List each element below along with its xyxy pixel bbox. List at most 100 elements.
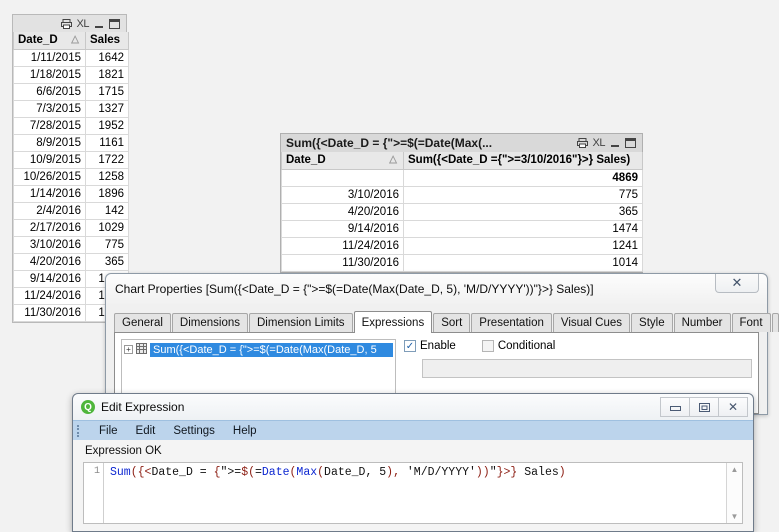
- menu-edit[interactable]: Edit: [134, 425, 158, 437]
- cell-sales[interactable]: 1715: [85, 82, 129, 101]
- table-row[interactable]: 1/11/2015 1642: [13, 48, 129, 67]
- tab-general[interactable]: General: [114, 313, 171, 332]
- close-icon[interactable]: ✕: [718, 397, 748, 417]
- tab-expressions[interactable]: Expressions: [353, 311, 433, 333]
- cell-date[interactable]: 11/24/2016: [281, 236, 404, 255]
- setanalysis-col-expression[interactable]: Sum({<Date_D ={">=3/10/2016"}>} Sales): [403, 152, 643, 170]
- table-row[interactable]: 10/26/2015 1258: [13, 167, 129, 186]
- sales-col-date[interactable]: Date_D △: [13, 32, 86, 50]
- restore-icon[interactable]: [689, 397, 719, 417]
- tab-style[interactable]: Style: [631, 313, 673, 332]
- set-analysis-chart-object[interactable]: Sum({<Date_D = {">=$(=Date(Max(... XL Da: [280, 133, 643, 273]
- cell-date[interactable]: 3/10/2016: [13, 235, 86, 254]
- cell-date[interactable]: 2/17/2016: [13, 218, 86, 237]
- edit-expression-dialog[interactable]: Q Edit Expression ✕ File Edit Settings H…: [72, 393, 754, 532]
- minimize-icon[interactable]: [610, 138, 620, 148]
- cell-date[interactable]: 9/14/2016: [281, 219, 404, 238]
- table-row[interactable]: 9/14/20161474: [281, 219, 643, 238]
- cell-date[interactable]: 3/10/2016: [281, 185, 404, 204]
- table-row[interactable]: 1/18/2015 1821: [13, 65, 129, 84]
- cell-date[interactable]: 6/6/2015: [13, 82, 86, 101]
- cell-sales[interactable]: 1029: [85, 218, 129, 237]
- menubar-grip-icon[interactable]: [77, 424, 80, 437]
- excel-icon[interactable]: XL: [593, 137, 606, 149]
- table-row[interactable]: 11/24/20161241: [281, 236, 643, 255]
- cell-date[interactable]: 4/20/2016: [281, 202, 404, 221]
- cell-sales[interactable]: 1821: [85, 65, 129, 84]
- cell-value[interactable]: 365: [403, 202, 643, 221]
- cell-date[interactable]: 10/26/2015: [13, 167, 86, 186]
- menu-help[interactable]: Help: [231, 425, 259, 437]
- cell-date[interactable]: 11/30/2016: [13, 303, 86, 322]
- checkbox-checked-icon[interactable]: ✓: [404, 340, 416, 352]
- table-row[interactable]: 8/9/2015 1161: [13, 133, 129, 152]
- cell-date[interactable]: 4/20/2016: [13, 252, 86, 271]
- cell-date[interactable]: 8/9/2015: [13, 133, 86, 152]
- table-row[interactable]: 3/10/2016 775: [281, 185, 643, 204]
- chart-properties-tabstrip[interactable]: General Dimensions Dimension Limits Expr…: [114, 310, 779, 333]
- table-row[interactable]: 3/10/2016 775: [13, 235, 129, 254]
- scroll-down-icon[interactable]: ▼: [731, 512, 739, 521]
- table-row[interactable]: 11/30/20161014: [281, 253, 643, 272]
- table-row[interactable]: 7/28/2015 1952: [13, 116, 129, 135]
- tab-number[interactable]: Number: [673, 313, 731, 332]
- cell-date[interactable]: 1/11/2015: [13, 48, 86, 67]
- cell-date[interactable]: 9/14/2016: [13, 269, 86, 288]
- cell-sales[interactable]: 775: [85, 235, 129, 254]
- menu-file[interactable]: File: [97, 425, 120, 437]
- conditional-checkbox[interactable]: Conditional: [481, 340, 555, 352]
- tab-visual-cues[interactable]: Visual Cues: [552, 313, 631, 332]
- table-row[interactable]: 6/6/2015 1715: [13, 82, 129, 101]
- table-row[interactable]: 4/20/2016 365: [281, 202, 643, 221]
- print-icon[interactable]: [60, 18, 72, 29]
- tab-presentation[interactable]: Presentation: [471, 313, 552, 332]
- cell-date[interactable]: 2/4/2016: [13, 201, 86, 220]
- cell-date[interactable]: 1/14/2016: [13, 184, 86, 203]
- expression-code[interactable]: Sum({<Date_D = {">=$(=Date(Max(Date_D, 5…: [104, 463, 726, 523]
- cell-sales[interactable]: 1327: [85, 99, 129, 118]
- cell-date[interactable]: 11/30/2016: [281, 253, 404, 272]
- edit-expression-titlebar[interactable]: Q Edit Expression ✕: [73, 394, 753, 420]
- maximize-icon[interactable]: [109, 18, 120, 29]
- print-icon[interactable]: [576, 138, 588, 148]
- enable-checkbox[interactable]: ✓ Enable: [404, 340, 456, 352]
- cell-value[interactable]: 775: [403, 185, 643, 204]
- cell-value[interactable]: 1474: [403, 219, 643, 238]
- cell-sales[interactable]: 1161: [85, 133, 129, 152]
- cell-sales[interactable]: 1952: [85, 116, 129, 135]
- cell-sales[interactable]: 1722: [85, 150, 129, 169]
- cell-sales[interactable]: 1896: [85, 184, 129, 203]
- cell-sales[interactable]: 1642: [85, 48, 129, 67]
- scroll-up-icon[interactable]: ▲: [731, 465, 739, 474]
- expression-editor[interactable]: 1 Sum({<Date_D = {">=$(=Date(Max(Date_D,…: [83, 462, 743, 524]
- minimize-icon[interactable]: [94, 19, 104, 29]
- cell-date[interactable]: 10/9/2015: [13, 150, 86, 169]
- tab-sort[interactable]: Sort: [433, 313, 471, 332]
- cell-date[interactable]: 7/28/2015: [13, 116, 86, 135]
- edit-expression-menubar[interactable]: File Edit Settings Help: [73, 420, 753, 440]
- cell-date[interactable]: 1/18/2015: [13, 65, 86, 84]
- close-icon[interactable]: ✕: [715, 274, 759, 293]
- cell-sales[interactable]: 365: [85, 252, 129, 271]
- table-row[interactable]: 2/17/2016 1029: [13, 218, 129, 237]
- cell-sales[interactable]: 142: [85, 201, 129, 220]
- table-row[interactable]: 1/14/2016 1896: [13, 184, 129, 203]
- table-row[interactable]: 10/9/2015 1722: [13, 150, 129, 169]
- editor-scrollbar[interactable]: ▲ ▼: [726, 463, 742, 523]
- cell-total-value[interactable]: 4869: [403, 168, 643, 187]
- excel-icon[interactable]: XL: [77, 18, 90, 30]
- cell-value[interactable]: 1241: [403, 236, 643, 255]
- menu-settings[interactable]: Settings: [171, 425, 217, 437]
- checkbox-unchecked-icon[interactable]: [481, 340, 494, 352]
- list-item[interactable]: + Sum({<Date_D = {">=$(=Date(Max(Date_D,…: [124, 342, 393, 357]
- table-row[interactable]: 2/4/2016 142: [13, 201, 129, 220]
- cell-sales[interactable]: 1258: [85, 167, 129, 186]
- sales-col-sales[interactable]: Sales: [85, 32, 129, 50]
- minimize-icon[interactable]: [660, 397, 690, 417]
- cell-value[interactable]: 1014: [403, 253, 643, 272]
- cell-total-date[interactable]: [281, 168, 404, 187]
- table-row[interactable]: 4/20/2016 365: [13, 252, 129, 271]
- expression-item-label[interactable]: Sum({<Date_D = {">=$(=Date(Max(Date_D, 5: [150, 342, 393, 357]
- tab-dimension-limits[interactable]: Dimension Limits: [249, 313, 353, 332]
- chart-properties-titlebar[interactable]: Chart Properties [Sum({<Date_D = {">=$(=…: [106, 274, 767, 304]
